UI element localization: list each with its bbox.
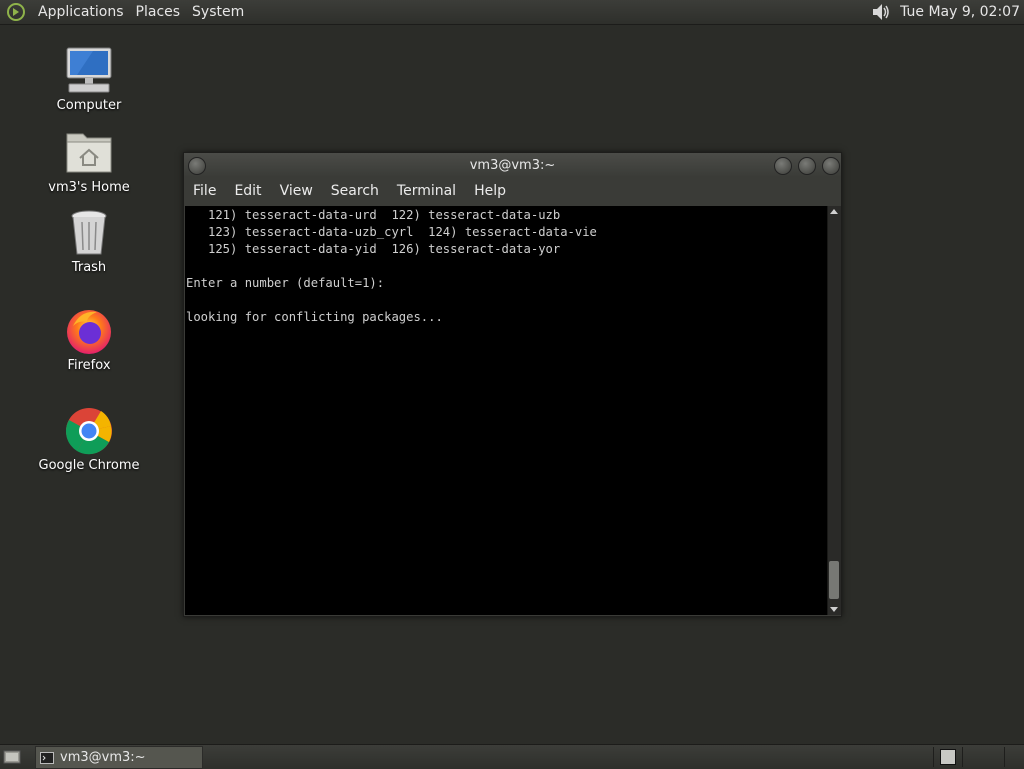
home-folder-icon xyxy=(66,133,112,173)
desktop-icon-label: Computer xyxy=(56,98,122,113)
desktop-icon-label: Trash xyxy=(71,260,107,275)
terminal-scrollbar[interactable] xyxy=(827,206,841,615)
top-panel: Applications Places System Tue May 9, 02… xyxy=(0,0,1024,25)
chrome-icon xyxy=(65,408,112,455)
taskbar-button-terminal[interactable]: vm3@vm3:~ xyxy=(35,746,203,769)
desktop-icon-chrome[interactable]: Google Chrome xyxy=(34,406,144,473)
terminal-icon xyxy=(40,751,54,764)
desktop-icon-label: vm3's Home xyxy=(48,180,130,195)
scroll-up-arrow-icon[interactable] xyxy=(830,209,838,214)
volume-icon[interactable] xyxy=(870,1,892,23)
taskbar-button-label: vm3@vm3:~ xyxy=(60,750,146,765)
minimize-button[interactable] xyxy=(774,157,792,175)
panel-separator xyxy=(962,747,963,767)
gnome-foot-icon[interactable] xyxy=(6,2,26,22)
bottom-panel: vm3@vm3:~ xyxy=(0,744,1024,769)
menu-terminal[interactable]: Terminal xyxy=(388,183,465,199)
desktop-icon-label: Firefox xyxy=(67,358,111,373)
menu-search[interactable]: Search xyxy=(322,183,388,199)
panel-tray: Tue May 9, 02:07 xyxy=(870,0,1024,24)
window-menu-button[interactable] xyxy=(188,157,206,175)
scrollbar-thumb[interactable] xyxy=(829,561,839,599)
window-titlebar[interactable]: vm3@vm3:~ xyxy=(184,153,841,177)
show-desktop-icon[interactable] xyxy=(3,749,21,765)
clock[interactable]: Tue May 9, 02:07 xyxy=(900,4,1024,20)
applications-menu[interactable]: Applications xyxy=(32,4,130,20)
places-menu[interactable]: Places xyxy=(130,4,187,20)
workspace-switcher[interactable] xyxy=(940,749,956,765)
panel-separator xyxy=(933,747,934,767)
terminal-output-area[interactable]: 121) tesseract-data-urd 122) tesseract-d… xyxy=(185,206,827,615)
menu-help[interactable]: Help xyxy=(465,183,515,199)
desktop-icon-trash[interactable]: Trash xyxy=(34,208,144,275)
menu-view[interactable]: View xyxy=(271,183,322,199)
window-title: vm3@vm3:~ xyxy=(469,157,556,173)
desktop-icon-home[interactable]: vm3's Home xyxy=(34,128,144,195)
terminal-output: 121) tesseract-data-urd 122) tesseract-d… xyxy=(186,208,597,324)
terminal-window: vm3@vm3:~ File Edit View Search Terminal… xyxy=(183,152,842,617)
maximize-button[interactable] xyxy=(798,157,816,175)
desktop-icon-label: Google Chrome xyxy=(38,458,140,473)
panel-separator xyxy=(1004,747,1005,767)
desktop-icon-computer[interactable]: Computer xyxy=(34,46,144,113)
terminal-menubar: File Edit View Search Terminal Help xyxy=(184,179,841,203)
desktop-icon-firefox[interactable]: Firefox xyxy=(34,306,144,373)
close-button[interactable] xyxy=(822,157,840,175)
computer-icon xyxy=(66,47,112,93)
menu-file[interactable]: File xyxy=(184,183,225,199)
menu-edit[interactable]: Edit xyxy=(225,183,270,199)
firefox-icon xyxy=(67,310,111,354)
scroll-down-arrow-icon[interactable] xyxy=(830,607,838,612)
system-menu[interactable]: System xyxy=(186,4,250,20)
trash-icon xyxy=(71,210,107,255)
